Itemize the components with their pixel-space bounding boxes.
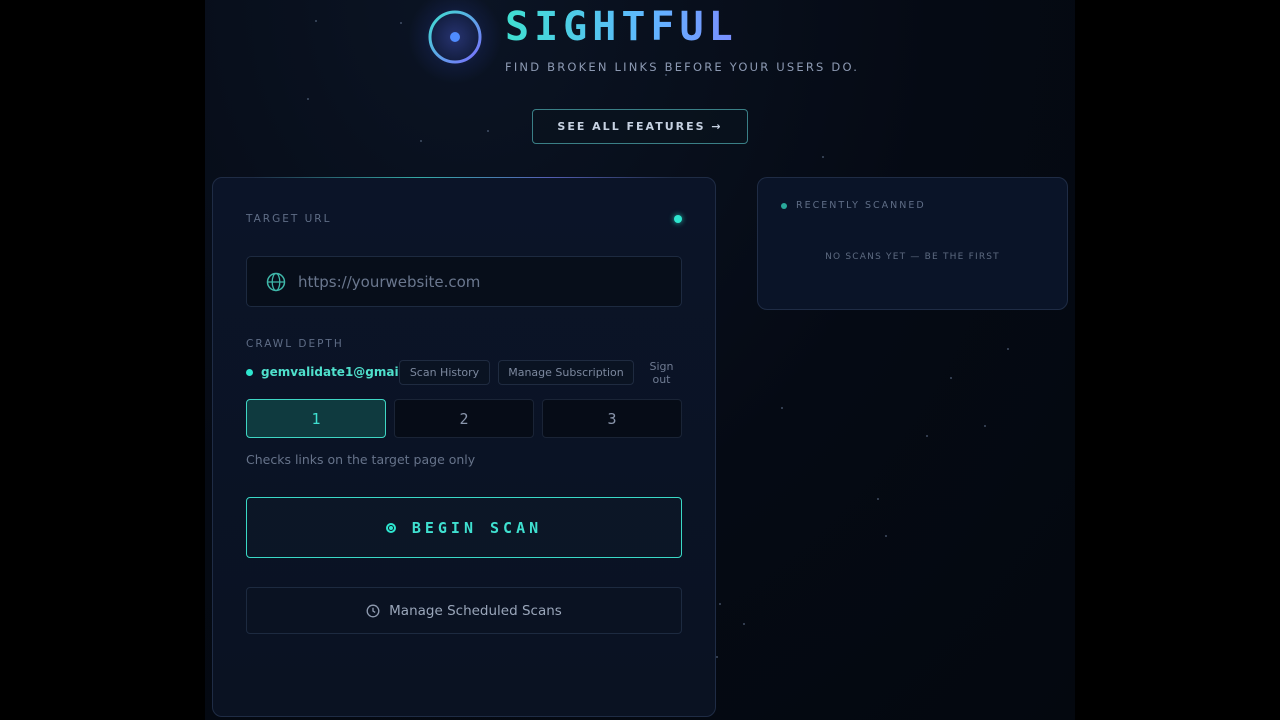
scan-history-button[interactable]: Scan History — [399, 360, 490, 385]
see-all-features-button[interactable]: SEE ALL FEATURES → — [532, 109, 748, 144]
star-decoration — [1007, 348, 1009, 350]
manage-subscription-button[interactable]: Manage Subscription — [498, 360, 634, 385]
star-decoration — [950, 377, 952, 379]
star-decoration — [487, 130, 489, 132]
brand-logo — [408, 0, 502, 84]
star-decoration — [716, 656, 718, 658]
app-stage: SIGHTFUL FIND BROKEN LINKS BEFORE YOUR U… — [205, 0, 1075, 720]
star-decoration — [781, 407, 783, 409]
star-decoration — [307, 98, 309, 100]
sign-out-link[interactable]: Sign out — [644, 360, 679, 386]
star-decoration — [420, 140, 422, 142]
user-email: gemvalidate1@gmail.... — [261, 365, 421, 379]
star-decoration — [743, 623, 745, 625]
target-url-label: TARGET URL — [246, 213, 332, 225]
star-decoration — [885, 535, 887, 537]
star-decoration — [984, 425, 986, 427]
scanner-card: TARGET URL CRAWL DEPTH gemvalidate1@gmai… — [212, 177, 716, 717]
recent-empty-message: NO SCANS YET — BE THE FIRST — [825, 252, 1000, 262]
begin-scan-label: BEGIN SCAN — [411, 518, 543, 537]
user-bar: gemvalidate1@gmail.... Scan History Mana… — [246, 360, 686, 390]
recently-scanned-title: RECENTLY SCANNED — [796, 200, 926, 211]
scheduled-scans-label: Manage Scheduled Scans — [389, 602, 562, 619]
brand-title: SIGHTFUL — [505, 4, 738, 50]
scan-radar-icon — [385, 522, 396, 533]
depth-helper-text: Checks links on the target page only — [246, 452, 476, 467]
star-decoration — [877, 498, 879, 500]
star-decoration — [400, 22, 402, 24]
brand-tagline: FIND BROKEN LINKS BEFORE YOUR USERS DO. — [505, 60, 860, 74]
user-online-dot — [246, 369, 253, 376]
status-indicator — [674, 215, 682, 223]
crawl-depth-label: CRAWL DEPTH — [246, 338, 344, 350]
url-field[interactable] — [246, 256, 682, 307]
star-decoration — [665, 74, 667, 76]
star-decoration — [822, 156, 824, 158]
star-decoration — [926, 435, 928, 437]
star-decoration — [719, 603, 721, 605]
crosshair-logo-icon — [428, 10, 482, 64]
manage-scheduled-scans-button[interactable]: Manage Scheduled Scans — [246, 587, 682, 634]
begin-scan-button[interactable]: BEGIN SCAN — [246, 497, 682, 558]
depth-option-1[interactable]: 1 — [246, 399, 386, 438]
depth-option-3[interactable]: 3 — [542, 399, 682, 438]
clock-icon — [366, 604, 380, 617]
recent-indicator-dot — [781, 203, 787, 209]
globe-icon — [266, 272, 286, 291]
recently-scanned-panel: RECENTLY SCANNED NO SCANS YET — BE THE F… — [757, 177, 1068, 310]
depth-option-2[interactable]: 2 — [394, 399, 534, 438]
url-input[interactable] — [298, 272, 658, 291]
star-decoration — [315, 20, 317, 22]
card-accent-line — [253, 177, 673, 178]
